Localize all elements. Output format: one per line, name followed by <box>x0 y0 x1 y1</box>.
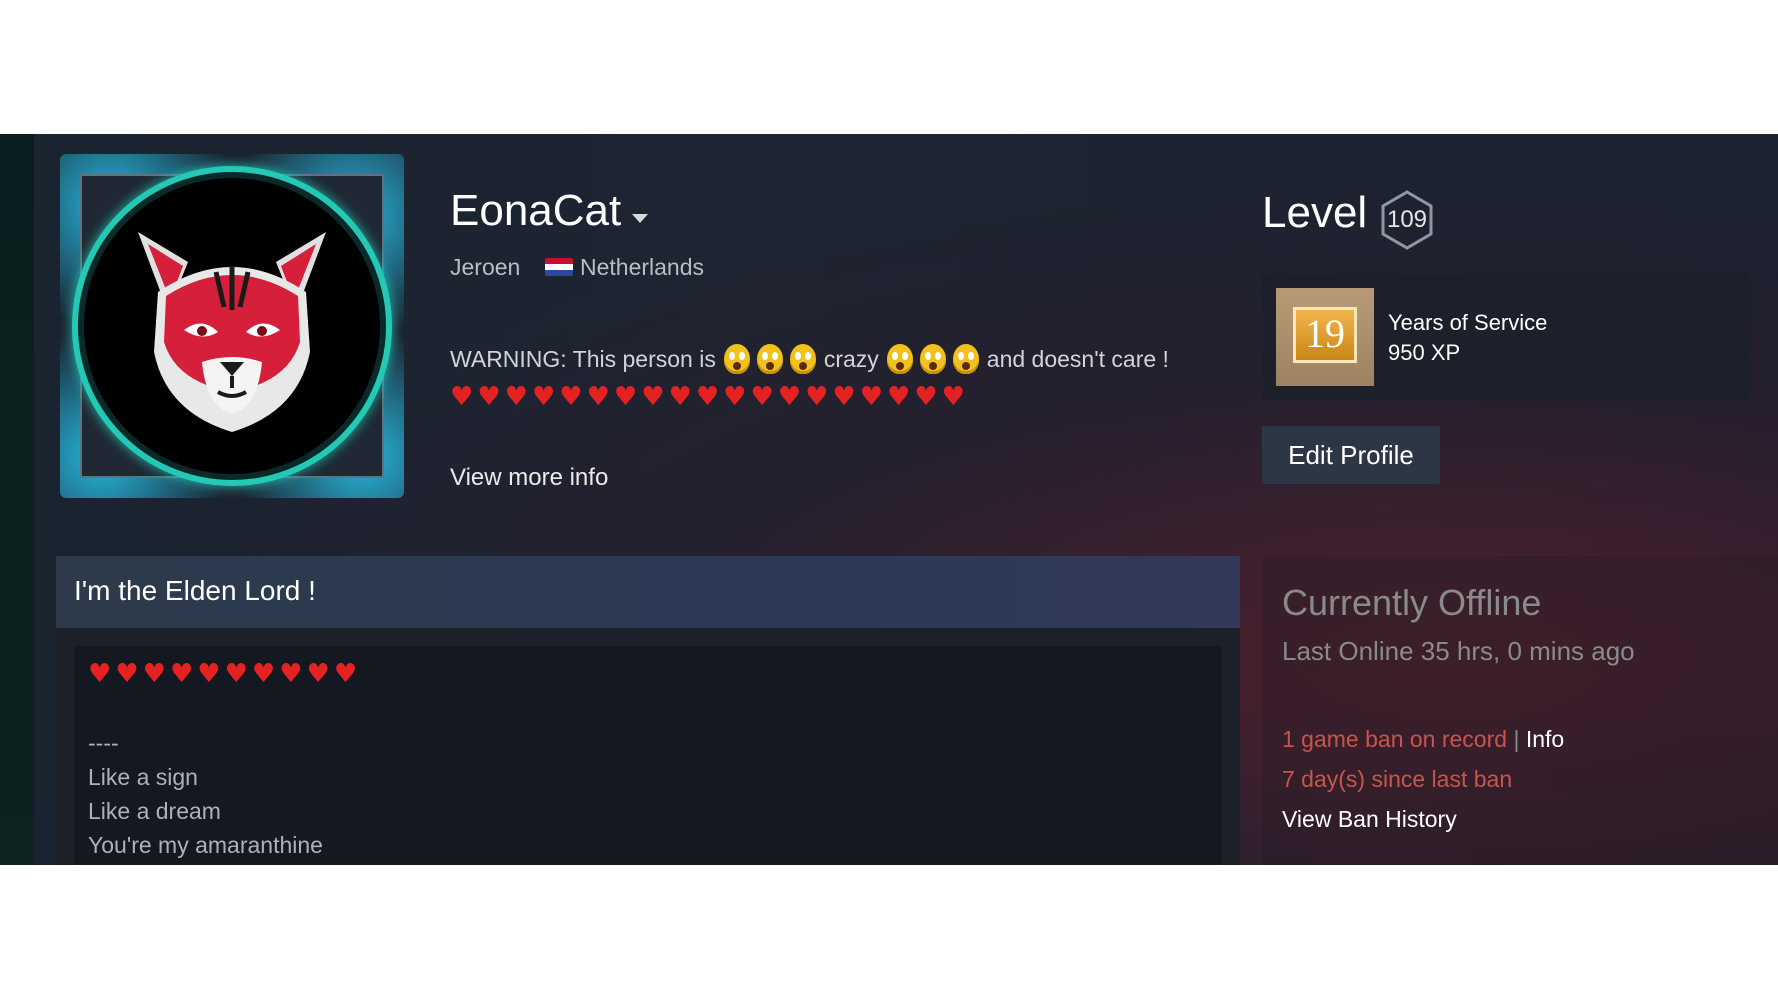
level-label: Level <box>1262 188 1368 237</box>
avatar-image <box>72 166 392 486</box>
crazy-face-emoji-icon <box>952 344 979 374</box>
badge-title: Years of Service <box>1388 310 1548 335</box>
status-title: Currently Offline <box>1282 582 1542 623</box>
summary-hearts: ♥ ♥ ♥ ♥ ♥ ♥ ♥ ♥ ♥ ♥ ♥ ♥ ♥ ♥ ♥ ♥ ♥ ♥ ♥ <box>450 384 965 410</box>
body-line: You're my amaranthine <box>88 832 323 858</box>
custom-summary-header: I'm the Elden Lord ! <box>56 556 1240 628</box>
summary-text-3: and doesn't care ! <box>986 345 1169 372</box>
body-hearts: ♥ ♥ ♥ ♥ ♥ ♥ ♥ ♥ ♥ ♥ <box>88 661 357 687</box>
badge-number: 19 <box>1293 307 1357 363</box>
level-badge: 109 <box>1377 190 1437 250</box>
heart-emoji-icon: ♥ <box>723 382 747 412</box>
ban-info-link[interactable]: Info <box>1526 726 1564 752</box>
custom-summary-content: ♥ ♥ ♥ ♥ ♥ ♥ ♥ ♥ ♥ ♥ ---- Like a sign Like a dream… <box>74 646 1222 865</box>
crazy-face-emoji-icon <box>789 344 816 374</box>
heart-emoji-icon: ♥ <box>641 382 665 412</box>
ban-separator: | <box>1513 726 1520 752</box>
heart-emoji-icon: ♥ <box>695 382 720 412</box>
heart-emoji-icon: ♥ <box>559 382 583 412</box>
heart-emoji-icon: ♥ <box>668 382 692 412</box>
edit-profile-button[interactable]: Edit Profile <box>1262 426 1440 484</box>
badge-xp: 950 XP <box>1388 340 1461 365</box>
custom-summary-body: ♥ ♥ ♥ ♥ ♥ ♥ ♥ ♥ ♥ ♥ ---- Like a sign Like a dream… <box>56 628 1240 865</box>
view-ban-history-link[interactable]: View Ban History <box>1282 806 1457 833</box>
heart-emoji-icon: ♥ <box>224 659 248 689</box>
heart-emoji-icon: ♥ <box>477 382 501 412</box>
crazy-face-emoji-icon <box>756 344 783 374</box>
heart-emoji-icon: ♥ <box>197 659 221 689</box>
custom-summary-title: I'm the Elden Lord ! <box>74 575 316 606</box>
crazy-face-emoji-icon <box>919 344 946 374</box>
body-line: Like a dream <box>88 798 221 824</box>
heart-emoji-icon: ♥ <box>613 382 638 412</box>
heart-emoji-icon: ♥ <box>859 382 883 412</box>
avatar[interactable] <box>60 154 404 498</box>
heart-emoji-icon: ♥ <box>941 382 965 412</box>
heart-emoji-icon: ♥ <box>142 659 166 689</box>
heart-emoji-icon: ♥ <box>115 659 139 689</box>
heart-emoji-icon: ♥ <box>750 382 774 412</box>
heart-emoji-icon: ♥ <box>251 659 276 689</box>
heart-emoji-icon: ♥ <box>914 382 938 412</box>
heart-emoji-icon: ♥ <box>88 659 112 689</box>
cat-logo-icon <box>138 232 326 432</box>
last-online-text: Last Online 35 hrs, 0 mins ago <box>1282 636 1635 666</box>
left-edge-strip <box>0 134 34 865</box>
body-line: Like a sign <box>88 764 198 790</box>
real-name: Jeroen <box>450 254 521 280</box>
favorite-badge[interactable]: 19 Years of Service 950 XP <box>1262 274 1748 400</box>
view-more-info-link[interactable]: View more info <box>450 464 608 492</box>
heart-emoji-icon: ♥ <box>504 382 528 412</box>
heart-emoji-icon: ♥ <box>832 382 856 412</box>
emoji-group-2 <box>886 344 979 374</box>
summary-text-2: crazy <box>823 345 879 372</box>
ban-status-line: 1 game ban on record | Info <box>1282 726 1564 753</box>
heart-emoji-icon: ♥ <box>450 382 474 412</box>
heart-emoji-icon: ♥ <box>586 382 610 412</box>
chevron-down-icon[interactable] <box>632 214 648 223</box>
game-ban-text: 1 game ban on record <box>1282 726 1508 752</box>
body-line: ---- <box>88 730 119 756</box>
heart-emoji-icon: ♥ <box>777 382 802 412</box>
days-since-ban: 7 day(s) since last ban <box>1282 766 1513 792</box>
crazy-face-emoji-icon <box>723 344 750 374</box>
country-name: Netherlands <box>580 254 705 280</box>
persona-name: EonaCat <box>450 186 622 235</box>
netherlands-flag-icon <box>545 258 573 276</box>
heart-emoji-icon: ♥ <box>306 659 330 689</box>
heart-emoji-icon: ♥ <box>531 382 556 412</box>
online-status-panel: Currently Offline Last Online 35 hrs, 0 … <box>1262 556 1778 865</box>
summary-text-1: WARNING: This person is <box>450 345 716 372</box>
profile-summary: WARNING: This person is crazy and doesn'… <box>450 344 1169 374</box>
heart-emoji-icon: ♥ <box>333 659 358 689</box>
level-value: 109 <box>1386 206 1428 233</box>
years-of-service-badge-icon: 19 <box>1276 288 1374 386</box>
heart-emoji-icon: ♥ <box>279 659 303 689</box>
crazy-face-emoji-icon <box>886 344 913 374</box>
heart-emoji-icon: ♥ <box>887 382 911 412</box>
emoji-group-1 <box>723 344 816 374</box>
heart-emoji-icon: ♥ <box>805 382 829 412</box>
profile-page: EonaCat Jeroen Netherlands WARNING: This… <box>0 134 1778 865</box>
heart-emoji-icon: ♥ <box>169 659 194 689</box>
